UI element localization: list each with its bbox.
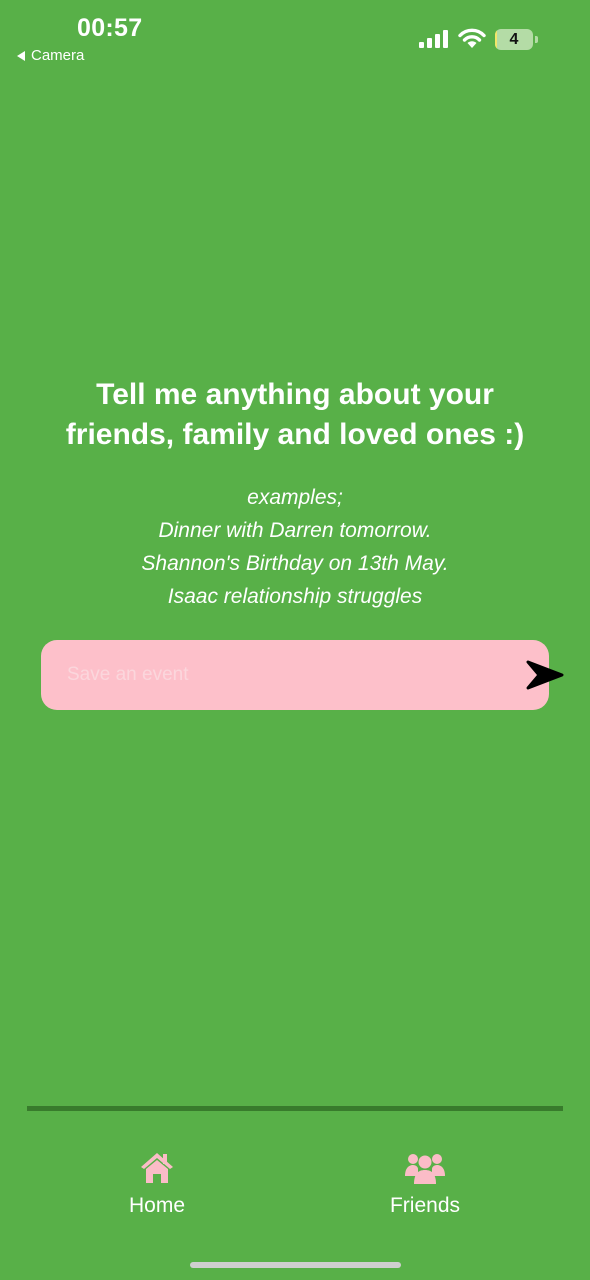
event-input[interactable] <box>67 640 467 710</box>
tab-home-label: Home <box>128 1194 186 1217</box>
example-item: Shannon's Birthday on 13th May. <box>141 552 449 575</box>
examples-list: examples; Dinner with Darren tomorrow. S… <box>0 481 590 613</box>
example-item: Isaac relationship struggles <box>167 585 423 608</box>
page-headline: Tell me anything about your friends, fam… <box>0 375 590 455</box>
headline-line: Tell me anything about your <box>96 378 494 411</box>
headline-line: friends, family and loved ones :) <box>65 418 525 451</box>
tab-friends[interactable]: Friends <box>345 1150 505 1218</box>
tab-bar-divider <box>27 1106 563 1111</box>
examples-heading: examples; <box>247 486 343 509</box>
battery-level: 4 <box>509 31 519 48</box>
tab-home[interactable]: Home <box>77 1150 237 1218</box>
send-icon[interactable] <box>525 658 565 692</box>
battery-indicator: 4 <box>495 29 539 50</box>
back-arrow-icon <box>17 50 25 61</box>
home-indicator[interactable] <box>190 1262 401 1268</box>
event-input-container <box>41 640 564 710</box>
friends-icon <box>405 1154 445 1184</box>
back-label: Camera <box>31 47 85 64</box>
status-time: 00:57 <box>77 14 143 42</box>
tab-friends-label: Friends <box>389 1194 461 1217</box>
cellular-signal-icon <box>419 30 448 48</box>
home-icon <box>141 1153 173 1183</box>
back-to-camera-link[interactable]: Camera <box>17 47 84 64</box>
example-item: Dinner with Darren tomorrow. <box>158 519 432 542</box>
wifi-icon <box>458 28 486 48</box>
